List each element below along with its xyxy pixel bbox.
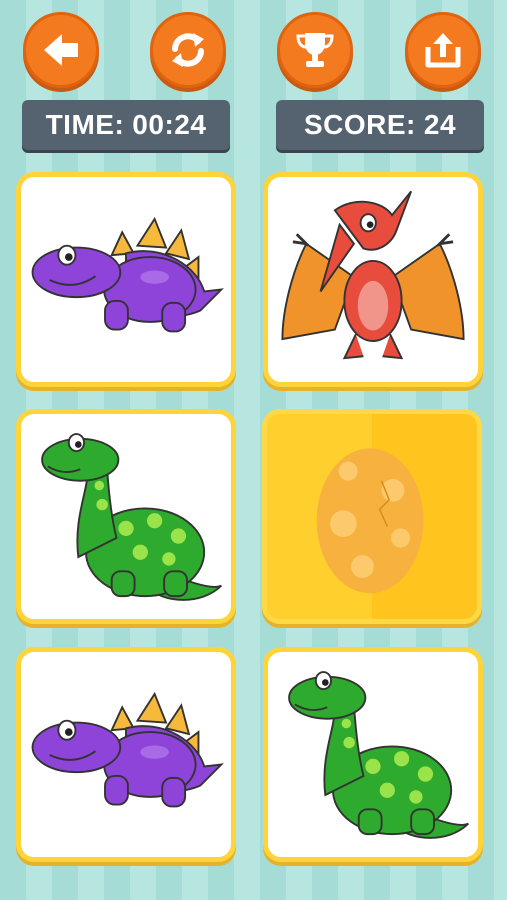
purple-stegosaurus-image [31, 216, 224, 333]
back-button[interactable] [23, 12, 99, 88]
restart-button[interactable] [150, 12, 226, 88]
back-arrow-icon [44, 34, 78, 66]
egg-icon [316, 448, 424, 594]
memory-card-3[interactable] [16, 409, 236, 624]
red-pterodactyl-image [281, 190, 465, 360]
score-label: SCORE: [303, 109, 416, 140]
green-brontosaurus-image [288, 671, 470, 839]
time-label: TIME: [45, 109, 125, 140]
time-display: TIME: 00:24 [22, 100, 230, 150]
share-button[interactable] [405, 12, 481, 88]
time-value: 00:24 [132, 109, 207, 140]
refresh-icon [172, 33, 204, 67]
leaderboard-button[interactable] [277, 12, 353, 88]
memory-card-6[interactable] [263, 647, 483, 862]
memory-card-5[interactable] [16, 647, 236, 862]
score-value: 24 [423, 109, 457, 140]
memory-card-1[interactable] [16, 172, 236, 387]
purple-stegosaurus-image [31, 691, 224, 808]
score-display: SCORE: 24 [276, 100, 484, 150]
trophy-icon [296, 33, 334, 67]
memory-card-2[interactable] [263, 172, 483, 387]
memory-card-4[interactable] [262, 409, 482, 624]
share-icon [425, 33, 461, 68]
green-brontosaurus-image [41, 433, 223, 601]
